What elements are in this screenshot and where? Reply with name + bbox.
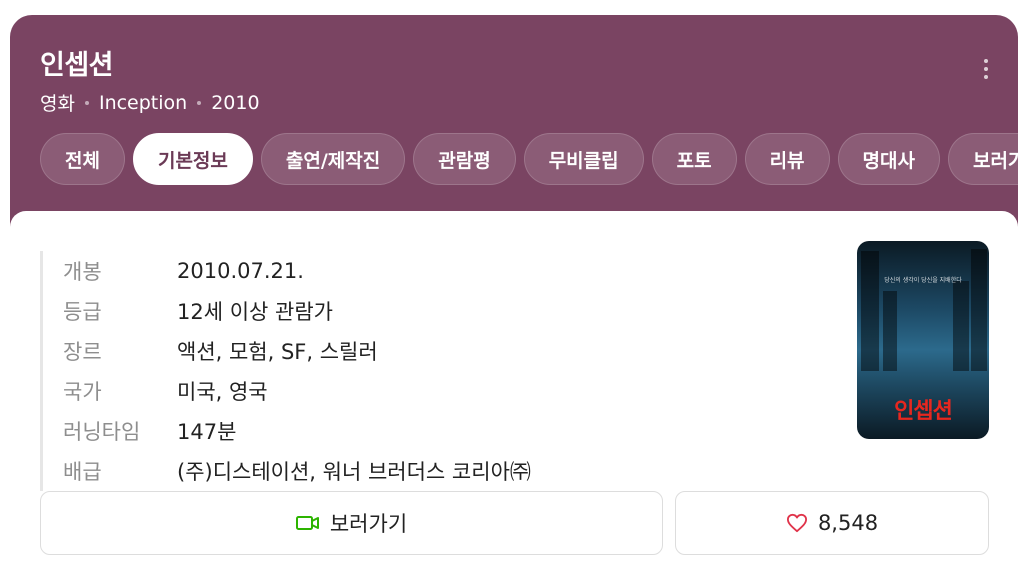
separator-dot <box>197 100 202 105</box>
movie-title: 인셉션 <box>40 50 114 81</box>
like-button[interactable]: 8,548 <box>675 491 989 555</box>
info-row-rating: 등급 12세 이상 관람가 <box>63 291 531 331</box>
watch-button-label: 보러가기 <box>329 512 408 536</box>
separator-dot <box>84 100 89 105</box>
info-value: 12세 이상 관람가 <box>177 300 333 324</box>
info-value: 액션, 모험, SF, 스릴러 <box>177 340 378 364</box>
watch-button[interactable]: 보러가기 <box>40 491 663 555</box>
heart-icon <box>786 513 807 533</box>
tab-reviews-rating[interactable]: 관람평 <box>413 133 516 185</box>
info-row-genre: 장르 액션, 모험, SF, 스릴러 <box>63 331 531 371</box>
info-label: 배급 <box>63 460 102 484</box>
tab-bar: 전체 기본정보 출연/제작진 관람평 무비클립 포토 리뷰 명대사 보러가기 <box>40 133 1018 185</box>
year-text: 2010 <box>211 91 260 114</box>
tab-basic-info[interactable]: 기본정보 <box>132 133 253 185</box>
movie-subtitle: 영화 Inception 2010 <box>40 89 260 116</box>
movie-poster[interactable]: 당신의 생각이 당신을 지배한다 인셉션 <box>857 241 989 439</box>
info-value: (주)디스테이션, 워너 브러더스 코리아㈜ <box>177 460 531 484</box>
tab-cast-crew[interactable]: 출연/제작진 <box>260 133 406 185</box>
tab-watch[interactable]: 보러가기 <box>948 133 1018 185</box>
info-label: 국가 <box>63 380 102 404</box>
tab-reviews[interactable]: 리뷰 <box>744 133 830 185</box>
tab-photos[interactable]: 포토 <box>651 133 737 185</box>
original-title-text: Inception <box>98 91 188 114</box>
movie-card: 인셉션 영화 Inception 2010 전체 기본정보 출연/제작진 관람평… <box>10 15 1018 575</box>
tab-movie-clips[interactable]: 무비클립 <box>523 133 644 185</box>
info-list: 개봉 2010.07.21. 등급 12세 이상 관람가 장르 액션, 모험, … <box>40 251 531 491</box>
info-row-runtime: 러닝타임 147분 <box>63 411 531 451</box>
tab-all[interactable]: 전체 <box>40 133 125 185</box>
info-label: 개봉 <box>63 260 102 284</box>
poster-title: 인셉션 <box>894 399 953 424</box>
info-row-distributor: 배급 (주)디스테이션, 워너 브러더스 코리아㈜ <box>63 451 531 491</box>
poster-tagline: 당신의 생각이 당신을 지배한다 <box>884 277 962 284</box>
info-row-release: 개봉 2010.07.21. <box>63 251 531 291</box>
more-options-icon[interactable] <box>972 55 1000 83</box>
info-value: 미국, 영국 <box>177 380 268 404</box>
info-panel: 개봉 2010.07.21. 등급 12세 이상 관람가 장르 액션, 모험, … <box>10 211 1018 575</box>
tab-famous-lines[interactable]: 명대사 <box>837 133 940 185</box>
info-value: 2010.07.21. <box>177 259 304 283</box>
info-row-country: 국가 미국, 영국 <box>63 371 531 411</box>
info-value: 147분 <box>177 420 237 444</box>
category-text: 영화 <box>40 93 75 115</box>
video-camera-icon <box>295 516 319 530</box>
like-count: 8,548 <box>817 511 879 535</box>
info-label: 장르 <box>63 340 102 364</box>
info-label: 등급 <box>63 300 102 324</box>
info-label: 러닝타임 <box>63 420 141 444</box>
